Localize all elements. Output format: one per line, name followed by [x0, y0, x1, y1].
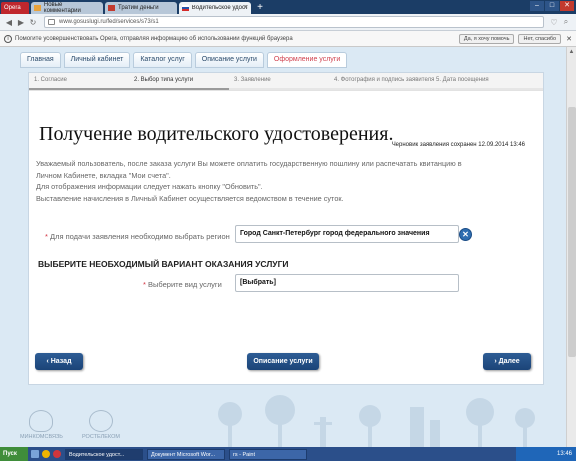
application-form: 1. Согласие 2. Выбор типа услуги 3. Заяв…	[28, 72, 544, 385]
tab-favicon-icon	[34, 5, 41, 11]
new-tab-icon[interactable]: +	[254, 2, 266, 14]
emblem-icon	[29, 410, 54, 432]
info-text: Уважаемый пользователь, после заказа усл…	[36, 158, 536, 204]
url-input[interactable]: www.gosuslugi.ru/fed/services/s73/s1	[44, 16, 544, 28]
next-button-label: Далее	[498, 358, 520, 365]
required-mark: *	[143, 280, 146, 289]
taskbar-item[interactable]: rs - Paint	[229, 448, 307, 460]
info-line: Уважаемый пользователь, после заказа усл…	[36, 159, 462, 168]
infobar-text: Помогите усовершенствовать Opera, отправ…	[15, 35, 293, 42]
nav-tab-description[interactable]: Описание услуги	[194, 52, 264, 68]
next-button[interactable]: › Далее	[483, 353, 531, 370]
lock-icon	[48, 19, 55, 25]
service-type-select[interactable]: [Выбрать]	[235, 274, 459, 292]
service-description-button[interactable]: Описание услуги	[247, 353, 319, 370]
back-icon[interactable]: ◀	[4, 18, 14, 27]
rostelecom-logo-text: РОСТЕЛЕКОМ	[82, 434, 120, 440]
city-silhouette-icon	[218, 395, 535, 447]
nav-tab-catalog[interactable]: Каталог услуг	[133, 52, 192, 68]
infobar-yes-button[interactable]: Да, я хочу помочь	[458, 33, 515, 44]
rostelecom-logo: РОСТЕЛЕКОМ	[82, 410, 120, 440]
reload-icon[interactable]: ↻	[28, 18, 38, 27]
info-line: Для отображения информации следует нажат…	[36, 182, 263, 191]
page-scrollbar[interactable]: ▲	[566, 47, 576, 447]
browser-tab[interactable]: Тратим деньги	[105, 2, 177, 14]
windows-taskbar: Пуск Водительское удост... Документ Micr…	[0, 447, 576, 461]
flag-favicon-icon	[182, 5, 189, 11]
step-photo-signature: 4. Фотография и подпись заявителя	[334, 77, 435, 83]
infobar-no-button[interactable]: Нет, спасибо	[518, 33, 562, 44]
taskbar-item[interactable]: Водительское удост...	[65, 448, 143, 460]
desktop-icon[interactable]	[31, 450, 39, 458]
browser-tab-bar: Opera Новые комментарии Тратим деньги Во…	[0, 0, 576, 14]
browser-tab[interactable]: Новые комментарии	[31, 2, 103, 14]
tab-favicon-icon	[108, 5, 115, 11]
info-line: Выставление начисления в Личный Кабинет …	[36, 193, 344, 203]
wizard-steps: 1. Согласие 2. Выбор типа услуги 3. Заяв…	[29, 73, 543, 91]
back-button[interactable]: ‹ Назад	[35, 353, 83, 370]
region-field[interactable]: Город Санкт-Петербург город федерального…	[235, 225, 459, 243]
nav-tab-home[interactable]: Главная	[20, 52, 61, 68]
tab-label: Новые комментарии	[43, 2, 81, 14]
forward-icon[interactable]: ▶	[16, 18, 26, 27]
back-button-label: Назад	[50, 358, 72, 365]
ministry-logo-text: МИНКОМСВЯЗЬ	[20, 434, 63, 440]
nav-tab-ordering[interactable]: Оформление услуги	[266, 52, 348, 68]
info-line: Личном Кабинете, вкладка "Мои счета".	[36, 170, 171, 180]
nav-tab-cabinet[interactable]: Личный кабинет	[63, 52, 131, 68]
page-content: Главная Личный кабинет Каталог услуг Опи…	[0, 47, 566, 447]
scroll-thumb[interactable]	[568, 107, 576, 357]
region-label: * Для подачи заявления необходимо выбрат…	[45, 231, 235, 242]
browser-info-bar: i Помогите усовершенствовать Opera, отпр…	[0, 31, 576, 47]
clear-region-icon[interactable]: ✕	[459, 228, 472, 241]
chrome-icon[interactable]	[42, 450, 50, 458]
wizard-progress	[29, 88, 543, 90]
system-tray-clock: 13:46	[516, 447, 576, 461]
tab-close-icon[interactable]: ✕	[243, 4, 248, 11]
page-title: Получение водительского удостоверения.	[39, 123, 394, 145]
site-nav: Главная Личный кабинет Каталог услуг Опи…	[20, 52, 350, 68]
region-label-text: Для подачи заявления необходимо выбрать …	[50, 232, 230, 241]
service-label-text: Выберите вид услуги	[148, 280, 222, 289]
step-service-type: 2. Выбор типа услуги	[134, 77, 194, 83]
url-text: www.gosuslugi.ru/fed/services/s73/s1	[59, 19, 159, 25]
ministry-logo: МИНКОМСВЯЗЬ	[20, 410, 63, 440]
rostelecom-icon	[88, 410, 113, 432]
search-icon[interactable]: ⌕	[560, 17, 572, 27]
infobar-close-icon[interactable]: ✕	[566, 35, 572, 43]
tab-label: Тратим деньги	[118, 5, 159, 11]
required-mark: *	[45, 232, 48, 241]
footer-decoration: МИНКОМСВЯЗЬ РОСТЕЛЕКОМ	[0, 392, 566, 447]
maximize-icon[interactable]: □	[545, 1, 559, 11]
start-button[interactable]: Пуск	[0, 447, 28, 461]
scroll-up-icon[interactable]: ▲	[567, 47, 576, 57]
opera-icon[interactable]	[53, 450, 61, 458]
heart-icon[interactable]: ♡	[548, 18, 560, 27]
step-application: 3. Заявление	[234, 77, 271, 83]
step-visit-date: 5. Дата посещения	[436, 77, 489, 83]
taskbar-item[interactable]: Документ Microsoft Wor...	[147, 448, 225, 460]
service-label: * Выберите вид услуги	[143, 280, 222, 289]
info-icon: i	[4, 34, 12, 43]
browser-tab-active[interactable]: Водительское удостоверение ✕	[179, 2, 251, 14]
tab-label: Водительское удостоверение	[191, 5, 248, 11]
step-consent: 1. Согласие	[34, 77, 67, 83]
minimize-icon[interactable]: –	[530, 1, 544, 11]
draft-status: Черновик заявления сохранен 12.09.2014 1…	[391, 142, 525, 148]
section-heading: ВЫБЕРИТЕ НЕОБХОДИМЫЙ ВАРИАНТ ОКАЗАНИЯ УС…	[38, 259, 289, 269]
opera-menu-button[interactable]: Opera	[1, 2, 29, 14]
window-controls: – □ ✕	[530, 1, 574, 11]
address-bar: ◀ ▶ ↻ www.gosuslugi.ru/fed/services/s73/…	[0, 14, 576, 31]
close-window-icon[interactable]: ✕	[560, 1, 574, 11]
